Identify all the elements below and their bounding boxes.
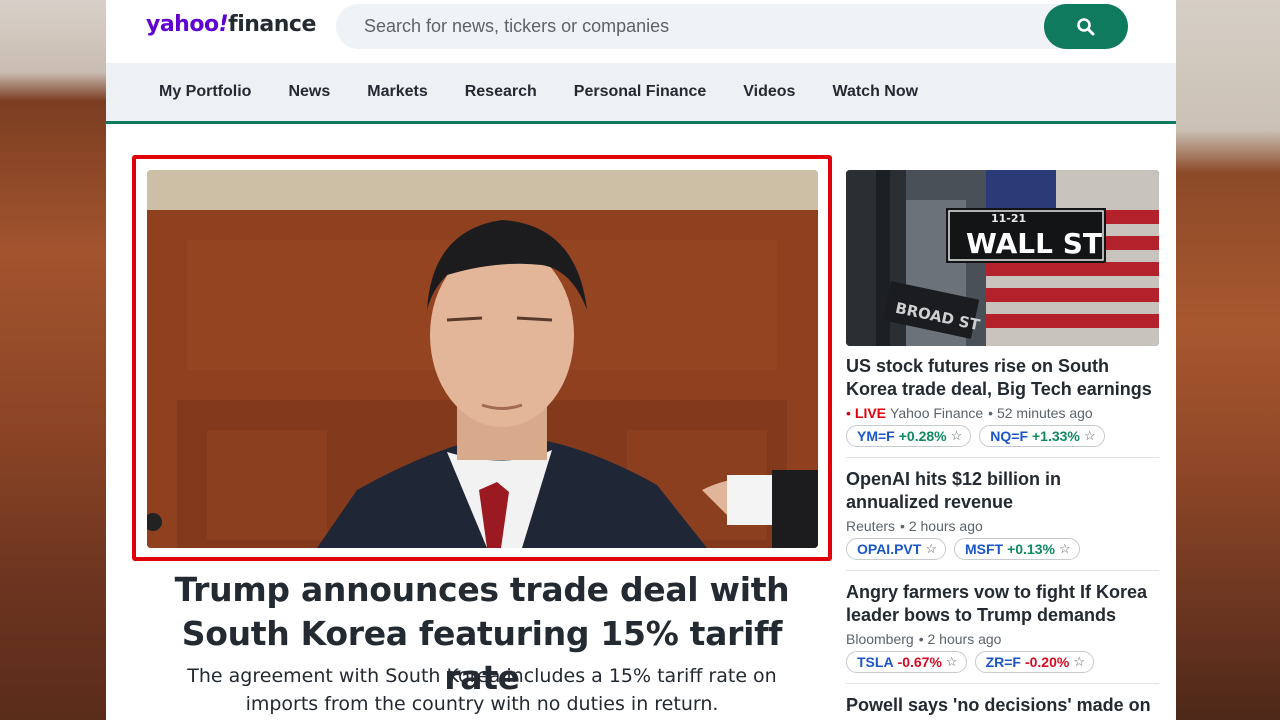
background-left [0,0,106,720]
ticker-change: -0.20% [1024,654,1070,670]
divider [846,570,1159,571]
live-badge: LIVE [854,405,887,421]
story-title[interactable]: OpenAI hits $12 billion in annualized re… [846,468,1159,514]
ticker-chip[interactable]: ZR=F -0.20% ☆ [974,651,1094,673]
page: yahoo!finance My Portfolio News Markets … [106,0,1176,720]
side-story-3: Angry farmers vow to fight If Korea lead… [846,581,1159,684]
hero-summary: The agreement with South Korea includes … [187,665,777,715]
side-story-1: US stock futures rise on South Korea tra… [846,355,1159,458]
main-nav: My Portfolio News Markets Research Perso… [106,63,1176,124]
sign-number: 11-21 [991,212,1026,225]
yahoo-finance-logo[interactable]: yahoo!finance [146,12,316,37]
nav-item-personal-finance[interactable]: Personal Finance [574,83,707,101]
logo-finance: finance [228,12,316,37]
star-icon[interactable]: ☆ [951,428,963,444]
nav-item-watch-now[interactable]: Watch Now [832,83,918,101]
nav-item-markets[interactable]: Markets [367,83,427,101]
search-input[interactable] [336,4,1036,49]
ticker-change: +1.33% [1032,428,1080,444]
ticker-symbol: OPAI.PVT [857,541,922,557]
side-story-2: OpenAI hits $12 billion in annualized re… [846,468,1159,571]
star-icon[interactable]: ☆ [925,541,937,557]
nav-item-research[interactable]: Research [465,83,537,101]
logo-yahoo: yahoo [146,12,219,37]
story-title[interactable]: US stock futures rise on South Korea tra… [846,355,1159,401]
ticker-change: -0.67% [897,654,942,670]
ticker-list: TSLA -0.67% ☆ ZR=F -0.20% ☆ [846,651,1159,673]
sign-text: WALL ST [966,227,1102,260]
story-meta: • LIVE Yahoo Finance • 52 minutes ago [846,405,1159,421]
story-meta: Bloomberg • 2 hours ago [846,631,1159,647]
story-title[interactable]: Angry farmers vow to fight If Korea lead… [846,581,1159,627]
ticker-symbol: ZR=F [985,654,1021,670]
search-bar [336,4,1128,49]
ticker-change: +0.28% [898,428,947,444]
story-title[interactable]: Powell says 'no decisions' made on [846,694,1159,717]
ticker-chip[interactable]: OPAI.PVT ☆ [846,538,946,560]
divider [846,683,1159,684]
story-source: Yahoo Finance [890,405,984,421]
header: yahoo!finance [106,0,1176,63]
logo-bang: ! [218,12,229,37]
story-time: • 52 minutes ago [988,405,1093,421]
ticker-chip[interactable]: YM=F +0.28% ☆ [846,425,972,447]
side-story-4: Powell says 'no decisions' made on [846,694,1159,717]
side-story-image[interactable]: 11-21 WALL ST BROAD ST [846,170,1159,346]
story-time: • 2 hours ago [918,631,1002,647]
ticker-change: +0.13% [1007,541,1055,557]
ticker-chip[interactable]: MSFT +0.13% ☆ [953,538,1080,560]
ticker-list: OPAI.PVT ☆ MSFT +0.13% ☆ [846,538,1159,560]
nav-item-videos[interactable]: Videos [743,83,795,101]
background-right [1176,0,1280,720]
divider [846,457,1159,458]
story-meta: Reuters • 2 hours ago [846,518,1159,534]
star-icon[interactable]: ☆ [1084,428,1096,444]
star-icon[interactable]: ☆ [1073,654,1085,670]
hero-photo-illustration [147,170,818,548]
ticker-list: YM=F +0.28% ☆ NQ=F +1.33% ☆ [846,425,1159,447]
ticker-symbol: TSLA [857,654,894,670]
star-icon[interactable]: ☆ [1059,541,1071,557]
story-source: Reuters [846,518,896,534]
nav-item-news[interactable]: News [288,83,330,101]
search-button[interactable] [1044,4,1128,49]
live-dot-icon: • [846,405,851,421]
ticker-symbol: MSFT [964,541,1004,557]
ticker-chip[interactable]: NQ=F +1.33% ☆ [979,425,1105,447]
ticker-chip[interactable]: TSLA -0.67% ☆ [846,651,967,673]
search-icon [1077,17,1095,35]
wall-street-sign-illustration: 11-21 WALL ST BROAD ST [846,170,1159,346]
ticker-symbol: YM=F [857,428,895,444]
hero-image[interactable] [147,170,818,548]
ticker-symbol: NQ=F [990,428,1028,444]
star-icon[interactable]: ☆ [946,654,958,670]
nav-item-my-portfolio[interactable]: My Portfolio [159,83,251,101]
story-time: • 2 hours ago [900,518,983,534]
story-source: Bloomberg [846,631,914,647]
